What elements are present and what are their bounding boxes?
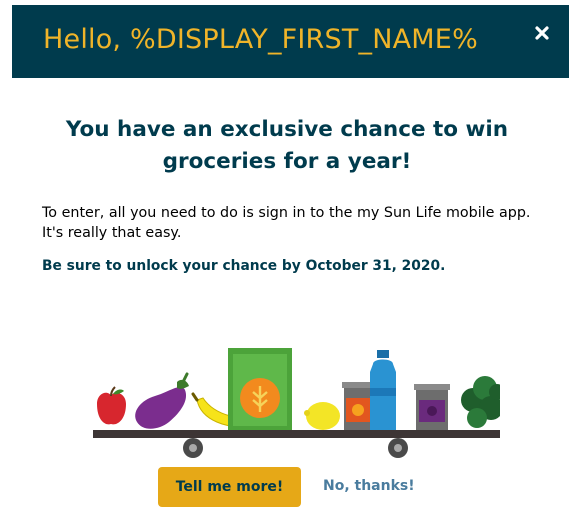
water-bottle-icon (370, 350, 396, 432)
kale-icon (461, 376, 500, 428)
promo-deadline: Be sure to unlock your chance by October… (42, 258, 446, 274)
eggplant-icon (135, 372, 189, 429)
promo-description: To enter, all you need to do is sign in … (42, 205, 531, 241)
groceries-illustration (93, 348, 500, 458)
greeting-title: Hello, %DISPLAY_FIRST_NAME% (43, 24, 478, 55)
close-icon[interactable] (531, 22, 553, 44)
cereal-box-icon (228, 348, 292, 432)
promo-headline: You have an exclusive chance to win groc… (65, 117, 509, 174)
conveyor-belt-icon (93, 430, 500, 458)
no-thanks-link[interactable]: No, thanks! (323, 478, 415, 494)
modal-header: Hello, %DISPLAY_FIRST_NAME% (12, 5, 569, 78)
tell-me-more-button[interactable]: Tell me more! (158, 467, 301, 507)
can-icon (414, 384, 450, 434)
promo-modal: Hello, %DISPLAY_FIRST_NAME% You have an … (0, 0, 574, 529)
apple-icon (97, 386, 126, 425)
lemon-icon (304, 402, 340, 430)
